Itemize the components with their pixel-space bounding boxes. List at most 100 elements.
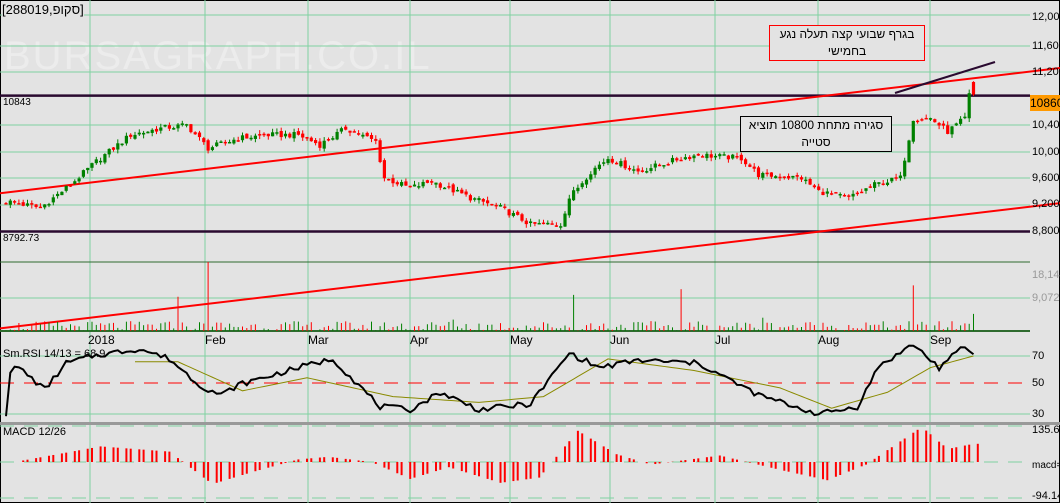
candle-body: [318, 141, 322, 148]
candle-body: [873, 182, 877, 188]
candle-body: [795, 175, 799, 177]
candle-body: [520, 214, 524, 221]
candle-body: [262, 133, 266, 136]
upper-level-label: 10843: [3, 97, 31, 108]
candle-body: [120, 143, 124, 146]
macd-tick-bottom: -94.14: [1032, 490, 1060, 502]
candle-body: [868, 186, 872, 188]
candle-body: [821, 191, 825, 196]
candle-body: [473, 198, 477, 200]
candle-body: [920, 119, 924, 121]
candle-body: [21, 202, 25, 206]
candle-body: [610, 158, 614, 163]
candle-body: [421, 181, 425, 187]
candle-body: [408, 185, 412, 188]
candle-body: [339, 128, 343, 132]
candle-body: [232, 139, 236, 144]
candle-body: [933, 119, 937, 123]
candle-body: [804, 179, 808, 182]
candle-body: [387, 178, 391, 181]
candle-body: [692, 155, 696, 159]
candle-body: [99, 160, 103, 163]
candle-body: [511, 213, 515, 216]
candle-body: [176, 124, 180, 129]
macd-tick-mid: macd=: [1032, 460, 1060, 471]
candle-body: [180, 123, 184, 125]
candle-body: [344, 126, 348, 130]
candle-body: [73, 181, 77, 184]
candle-body: [903, 160, 907, 177]
candle-body: [430, 181, 434, 183]
candle-body: [774, 176, 778, 179]
candle-body: [348, 130, 352, 133]
candle-body: [645, 171, 649, 173]
candle-body: [352, 131, 356, 133]
candle-body: [357, 133, 361, 135]
candle-body: [649, 168, 653, 171]
candle-body: [761, 172, 765, 178]
symbol-label: [288019,סקופ]: [2, 2, 84, 17]
macd-tick-top: 135.60: [1032, 424, 1060, 436]
close-below-note[interactable]: סגירה מתחת 10800 תוציא סטייה: [740, 116, 892, 152]
candle-body: [881, 183, 885, 185]
month-label: 2018: [88, 333, 115, 347]
candle-body: [314, 140, 318, 144]
candle-body: [658, 164, 662, 167]
panel-separator: [0, 422, 1060, 425]
candle-body: [90, 163, 94, 168]
candle-body: [967, 93, 971, 119]
candle-body: [791, 175, 795, 178]
candle-body: [443, 187, 447, 190]
candle-body: [722, 154, 726, 156]
candle-body: [438, 183, 442, 188]
candle-body: [954, 123, 958, 126]
candle-body: [971, 81, 976, 95]
weekly-channel-note[interactable]: בגרף שבועי קצה תעלה נגע בחמישי: [769, 25, 925, 61]
candle-body: [309, 137, 313, 142]
candle-body: [864, 188, 868, 191]
candle-body: [860, 191, 864, 194]
candle-body: [451, 184, 455, 193]
candle-body: [481, 199, 485, 202]
candle-body: [701, 156, 705, 158]
candle-body: [455, 189, 460, 192]
candle-body: [533, 222, 537, 224]
price-tick: 11,200: [1032, 66, 1060, 78]
candle-body: [4, 203, 8, 205]
candle-body: [834, 192, 838, 194]
candle-body: [283, 133, 288, 137]
candle-body: [963, 116, 967, 119]
price-tick: 12,000: [1032, 11, 1060, 23]
candle-body: [890, 177, 894, 182]
candle-body: [924, 117, 928, 120]
candle-body: [124, 135, 128, 144]
candle-body: [460, 189, 464, 194]
candle-body: [950, 126, 954, 135]
price-tick: 9,600: [1032, 172, 1060, 184]
candle-body: [468, 195, 472, 201]
candle-body: [253, 135, 257, 139]
price-tick: 9,200: [1032, 198, 1060, 210]
candle-body: [941, 123, 945, 126]
candle-body: [679, 159, 683, 162]
candle-body: [378, 140, 382, 162]
candle-body: [447, 186, 451, 188]
candle-body: [546, 222, 550, 225]
candle-body: [851, 193, 855, 197]
candle-body: [842, 194, 847, 197]
candle-body: [322, 140, 326, 149]
candle-body: [959, 118, 963, 124]
rsi-tick: 50: [1032, 377, 1045, 389]
candle-body: [236, 140, 240, 142]
candle-body: [215, 142, 219, 147]
candle-body: [748, 164, 752, 167]
candle-body: [129, 134, 133, 137]
candle-body: [787, 176, 791, 179]
candle-body: [632, 169, 636, 171]
month-label: Jul: [715, 333, 731, 347]
candle-body: [68, 185, 73, 187]
candle-body: [756, 167, 761, 178]
candle-body: [331, 138, 335, 140]
candle-body: [326, 139, 331, 141]
chart-canvas[interactable]: [0, 0, 1060, 503]
